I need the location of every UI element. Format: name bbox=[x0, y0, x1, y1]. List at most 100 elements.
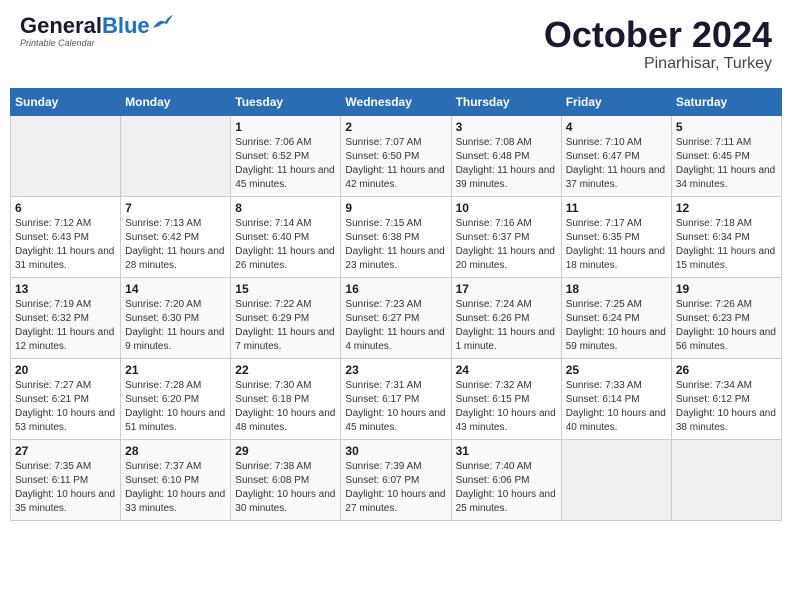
calendar-week-row: 13 Sunrise: 7:19 AMSunset: 6:32 PMDayligh… bbox=[11, 277, 782, 358]
day-number: 3 bbox=[456, 120, 557, 134]
day-of-week-header: Wednesday bbox=[341, 88, 451, 115]
location-title: Pinarhisar, Turkey bbox=[544, 55, 772, 73]
calendar-cell: 19Sunrise: 7:26 AMSunset: 6:23 PMDayligh… bbox=[671, 277, 781, 358]
calendar-cell: 9 Sunrise: 7:15 AMSunset: 6:38 PMDaylight… bbox=[341, 196, 451, 277]
day-info: Sunrise: 7:10 AMSunset: 6:47 PMDaylight:… bbox=[566, 136, 667, 192]
day-number: 22 bbox=[235, 363, 336, 377]
day-of-week-header: Thursday bbox=[451, 88, 561, 115]
calendar-cell bbox=[561, 439, 671, 520]
day-number: 30 bbox=[345, 444, 446, 458]
day-info: Sunrise: 7:18 AMSunset: 6:34 PMDaylight:… bbox=[676, 217, 777, 273]
day-number: 16 bbox=[345, 282, 446, 296]
day-number: 17 bbox=[456, 282, 557, 296]
day-info: Sunrise: 7:11 AMSunset: 6:45 PMDaylight:… bbox=[676, 136, 777, 192]
day-info: Sunrise: 7:37 AMSunset: 6:10 PMDaylight:… bbox=[125, 460, 226, 516]
calendar-cell: 25 Sunrise: 7:33 AMSunset: 6:14 PMDayligh… bbox=[561, 358, 671, 439]
calendar-cell: 13 Sunrise: 7:19 AMSunset: 6:32 PMDayligh… bbox=[11, 277, 121, 358]
calendar-cell: 20Sunrise: 7:27 AMSunset: 6:21 PMDayligh… bbox=[11, 358, 121, 439]
calendar-cell: 27Sunrise: 7:35 AMSunset: 6:11 PMDayligh… bbox=[11, 439, 121, 520]
calendar-cell bbox=[11, 115, 121, 196]
calendar-cell: 11 Sunrise: 7:17 AMSunset: 6:35 PMDayligh… bbox=[561, 196, 671, 277]
day-number: 1 bbox=[235, 120, 336, 134]
day-number: 29 bbox=[235, 444, 336, 458]
day-info: Sunrise: 7:23 AMSunset: 6:27 PMDaylight:… bbox=[345, 298, 446, 354]
calendar-cell: 12 Sunrise: 7:18 AMSunset: 6:34 PMDayligh… bbox=[671, 196, 781, 277]
calendar-cell: 29 Sunrise: 7:38 AMSunset: 6:08 PMDayligh… bbox=[231, 439, 341, 520]
day-of-week-header: Sunday bbox=[11, 88, 121, 115]
calendar-cell: 1 Sunrise: 7:06 AMSunset: 6:52 PMDaylight… bbox=[231, 115, 341, 196]
day-info: Sunrise: 7:34 AMSunset: 6:12 PMDaylight:… bbox=[676, 379, 777, 435]
calendar-cell: 23 Sunrise: 7:31 AMSunset: 6:17 PMDayligh… bbox=[341, 358, 451, 439]
calendar-cell: 7Sunrise: 7:13 AMSunset: 6:42 PMDaylight… bbox=[121, 196, 231, 277]
day-info: Sunrise: 7:15 AMSunset: 6:38 PMDaylight:… bbox=[345, 217, 446, 273]
calendar-cell bbox=[121, 115, 231, 196]
day-info: Sunrise: 7:24 AMSunset: 6:26 PMDaylight:… bbox=[456, 298, 557, 354]
day-of-week-header: Monday bbox=[121, 88, 231, 115]
calendar-table: SundayMondayTuesdayWednesdayThursdayFrid… bbox=[10, 88, 782, 521]
day-info: Sunrise: 7:19 AMSunset: 6:32 PMDaylight:… bbox=[15, 298, 116, 354]
calendar-cell: 18Sunrise: 7:25 AMSunset: 6:24 PMDayligh… bbox=[561, 277, 671, 358]
day-number: 6 bbox=[15, 201, 116, 215]
calendar-cell: 24Sunrise: 7:32 AMSunset: 6:15 PMDayligh… bbox=[451, 358, 561, 439]
day-of-week-header: Friday bbox=[561, 88, 671, 115]
day-info: Sunrise: 7:25 AMSunset: 6:24 PMDaylight:… bbox=[566, 298, 667, 354]
calendar-week-row: 1 Sunrise: 7:06 AMSunset: 6:52 PMDaylight… bbox=[11, 115, 782, 196]
day-number: 9 bbox=[345, 201, 446, 215]
logo: GeneralBlue Printable Calendar bbox=[20, 15, 173, 48]
day-number: 7 bbox=[125, 201, 226, 215]
calendar-week-row: 20Sunrise: 7:27 AMSunset: 6:21 PMDayligh… bbox=[11, 358, 782, 439]
calendar-cell: 8Sunrise: 7:14 AMSunset: 6:40 PMDaylight… bbox=[231, 196, 341, 277]
calendar-cell: 31 Sunrise: 7:40 AMSunset: 6:06 PMDayligh… bbox=[451, 439, 561, 520]
day-info: Sunrise: 7:08 AMSunset: 6:48 PMDaylight:… bbox=[456, 136, 557, 192]
calendar-cell: 28 Sunrise: 7:37 AMSunset: 6:10 PMDayligh… bbox=[121, 439, 231, 520]
day-number: 31 bbox=[456, 444, 557, 458]
logo-subtitle: Printable Calendar bbox=[20, 38, 95, 48]
day-number: 10 bbox=[456, 201, 557, 215]
day-info: Sunrise: 7:35 AMSunset: 6:11 PMDaylight:… bbox=[15, 460, 116, 516]
month-title: October 2024 bbox=[544, 15, 772, 55]
day-number: 24 bbox=[456, 363, 557, 377]
day-number: 4 bbox=[566, 120, 667, 134]
day-number: 25 bbox=[566, 363, 667, 377]
calendar-cell: 30 Sunrise: 7:39 AMSunset: 6:07 PMDayligh… bbox=[341, 439, 451, 520]
calendar-cell: 21Sunrise: 7:28 AMSunset: 6:20 PMDayligh… bbox=[121, 358, 231, 439]
calendar-cell bbox=[671, 439, 781, 520]
day-info: Sunrise: 7:07 AMSunset: 6:50 PMDaylight:… bbox=[345, 136, 446, 192]
day-info: Sunrise: 7:17 AMSunset: 6:35 PMDaylight:… bbox=[566, 217, 667, 273]
day-info: Sunrise: 7:39 AMSunset: 6:07 PMDaylight:… bbox=[345, 460, 446, 516]
day-number: 12 bbox=[676, 201, 777, 215]
day-info: Sunrise: 7:33 AMSunset: 6:14 PMDaylight:… bbox=[566, 379, 667, 435]
calendar-cell: 15 Sunrise: 7:22 AMSunset: 6:29 PMDayligh… bbox=[231, 277, 341, 358]
page-header: GeneralBlue Printable Calendar October 2… bbox=[10, 10, 782, 78]
calendar-cell: 14Sunrise: 7:20 AMSunset: 6:30 PMDayligh… bbox=[121, 277, 231, 358]
calendar-cell: 10 Sunrise: 7:16 AMSunset: 6:37 PMDayligh… bbox=[451, 196, 561, 277]
day-info: Sunrise: 7:28 AMSunset: 6:20 PMDaylight:… bbox=[125, 379, 226, 435]
day-number: 5 bbox=[676, 120, 777, 134]
day-number: 8 bbox=[235, 201, 336, 215]
calendar-cell: 17 Sunrise: 7:24 AMSunset: 6:26 PMDayligh… bbox=[451, 277, 561, 358]
day-number: 19 bbox=[676, 282, 777, 296]
day-number: 15 bbox=[235, 282, 336, 296]
day-info: Sunrise: 7:30 AMSunset: 6:18 PMDaylight:… bbox=[235, 379, 336, 435]
day-info: Sunrise: 7:38 AMSunset: 6:08 PMDaylight:… bbox=[235, 460, 336, 516]
day-number: 20 bbox=[15, 363, 116, 377]
day-of-week-header: Tuesday bbox=[231, 88, 341, 115]
day-info: Sunrise: 7:16 AMSunset: 6:37 PMDaylight:… bbox=[456, 217, 557, 273]
calendar-cell: 6 Sunrise: 7:12 AMSunset: 6:43 PMDaylight… bbox=[11, 196, 121, 277]
calendar-cell: 2Sunrise: 7:07 AMSunset: 6:50 PMDaylight… bbox=[341, 115, 451, 196]
calendar-cell: 16 Sunrise: 7:23 AMSunset: 6:27 PMDayligh… bbox=[341, 277, 451, 358]
day-info: Sunrise: 7:06 AMSunset: 6:52 PMDaylight:… bbox=[235, 136, 336, 192]
title-block: October 2024 Pinarhisar, Turkey bbox=[544, 15, 772, 73]
day-info: Sunrise: 7:40 AMSunset: 6:06 PMDaylight:… bbox=[456, 460, 557, 516]
day-number: 23 bbox=[345, 363, 446, 377]
logo-text: GeneralBlue bbox=[20, 15, 150, 37]
day-info: Sunrise: 7:22 AMSunset: 6:29 PMDaylight:… bbox=[235, 298, 336, 354]
day-number: 13 bbox=[15, 282, 116, 296]
day-number: 28 bbox=[125, 444, 226, 458]
calendar-cell: 3 Sunrise: 7:08 AMSunset: 6:48 PMDaylight… bbox=[451, 115, 561, 196]
day-number: 11 bbox=[566, 201, 667, 215]
calendar-header-row: SundayMondayTuesdayWednesdayThursdayFrid… bbox=[11, 88, 782, 115]
day-info: Sunrise: 7:31 AMSunset: 6:17 PMDaylight:… bbox=[345, 379, 446, 435]
calendar-cell: 22 Sunrise: 7:30 AMSunset: 6:18 PMDayligh… bbox=[231, 358, 341, 439]
day-info: Sunrise: 7:12 AMSunset: 6:43 PMDaylight:… bbox=[15, 217, 116, 273]
